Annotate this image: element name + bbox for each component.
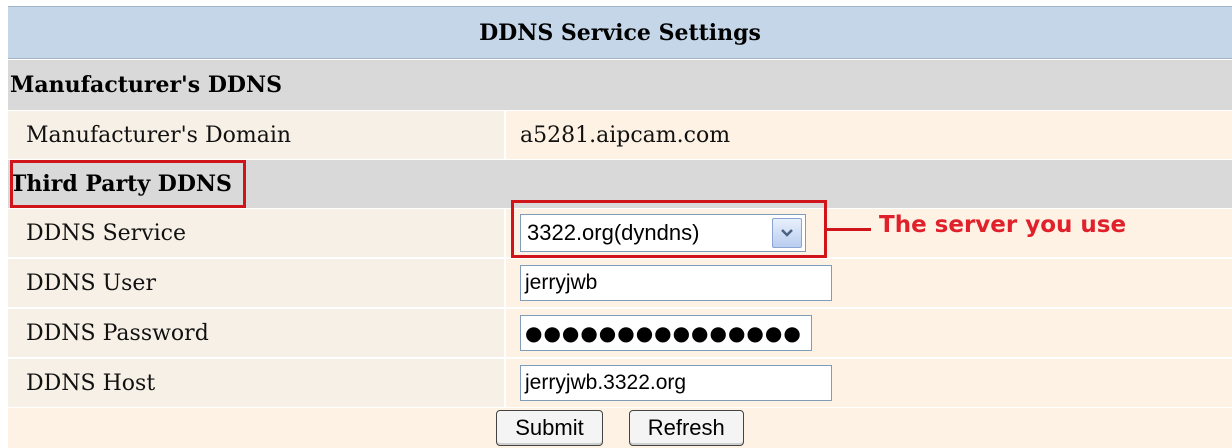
- manufacturer-domain-label: Manufacturer's Domain: [8, 111, 506, 159]
- ddns-password-input[interactable]: ●●●●●●●●●●●●●●●: [520, 315, 812, 351]
- panel-title: DDNS Service Settings: [8, 6, 1232, 59]
- ddns-password-label: DDNS Password: [8, 309, 506, 357]
- service-highlight-box: [511, 200, 827, 258]
- ddns-user-input[interactable]: jerryjwb: [520, 265, 832, 301]
- ddns-host-label: DDNS Host: [8, 359, 506, 407]
- manufacturer-ddns-heading: Manufacturer's DDNS: [8, 60, 1232, 110]
- ddns-user-row: DDNS User jerryjwb: [8, 259, 1232, 307]
- third-party-highlight-box: [10, 160, 246, 208]
- ddns-user-cell: jerryjwb: [506, 259, 1232, 307]
- annotation-pointer-line: [827, 228, 871, 231]
- refresh-button[interactable]: Refresh: [628, 410, 744, 446]
- manufacturer-domain-row: Manufacturer's Domain a5281.aipcam.com: [8, 111, 1232, 159]
- annotation-label: The server you use: [879, 212, 1127, 238]
- ddns-host-input[interactable]: jerryjwb.3322.org: [520, 365, 832, 401]
- ddns-host-cell: jerryjwb.3322.org: [506, 359, 1232, 407]
- button-row: Submit Refresh: [8, 408, 1232, 448]
- manufacturer-domain-value: a5281.aipcam.com: [506, 111, 1232, 159]
- ddns-password-row: DDNS Password ●●●●●●●●●●●●●●●: [8, 309, 1232, 357]
- ddns-settings-panel: DDNS Service Settings Manufacturer's DDN…: [0, 0, 1232, 448]
- ddns-host-row: DDNS Host jerryjwb.3322.org: [8, 359, 1232, 407]
- submit-button[interactable]: Submit: [496, 410, 603, 446]
- ddns-user-label: DDNS User: [8, 259, 506, 307]
- ddns-service-label: DDNS Service: [8, 209, 506, 257]
- ddns-password-cell: ●●●●●●●●●●●●●●●: [506, 309, 1232, 357]
